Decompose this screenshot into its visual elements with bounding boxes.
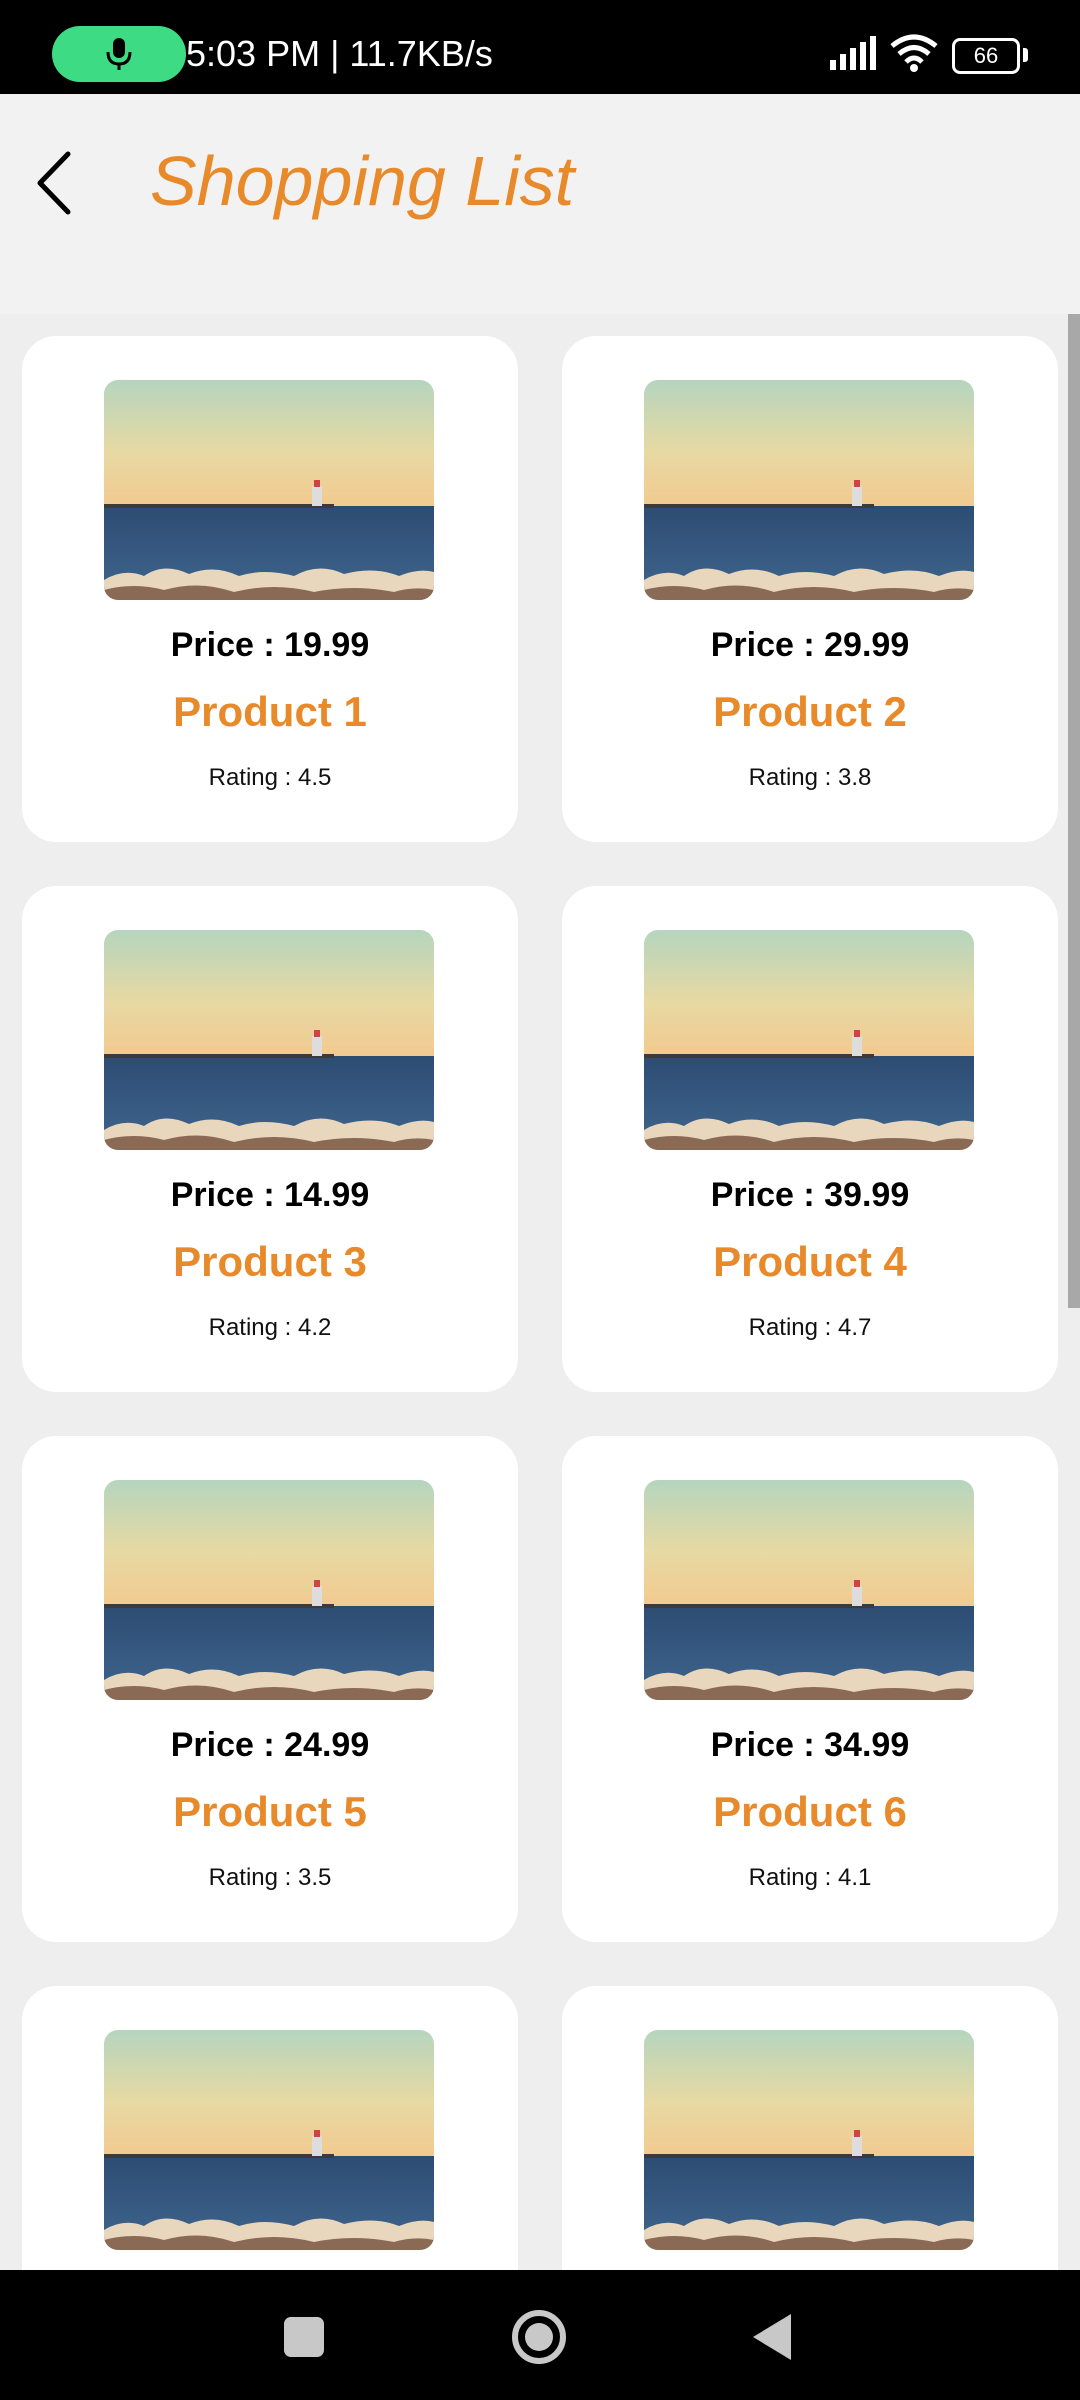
product-rating: Rating : 4.1 xyxy=(748,1864,872,1891)
product-name: Product 6 xyxy=(713,1788,907,1835)
wifi-icon xyxy=(890,34,938,72)
product-image xyxy=(104,380,434,600)
mic-indicator[interactable] xyxy=(52,26,186,82)
product-image xyxy=(644,380,974,600)
product-image xyxy=(104,930,434,1150)
product-price: Price : 19.99 xyxy=(170,626,370,664)
app-bar: Shopping List xyxy=(0,94,1080,314)
product-name: Product 3 xyxy=(173,1238,367,1285)
product-price: Price : 34.99 xyxy=(710,1726,910,1764)
status-time-speed: 5:03 PM | 11.7KB/s xyxy=(186,33,493,74)
product-card[interactable] xyxy=(562,1986,1058,2270)
product-image xyxy=(644,1480,974,1700)
product-name: Product 1 xyxy=(173,688,367,735)
signal-icon xyxy=(830,36,876,70)
product-price: Price : 29.99 xyxy=(710,626,910,664)
product-name: Product 4 xyxy=(713,1238,907,1285)
product-card[interactable] xyxy=(22,1986,518,2270)
back-nav-button[interactable] xyxy=(739,2302,809,2372)
product-card[interactable]: Price : 19.99 Product 1 Rating : 4.5 xyxy=(22,336,518,842)
product-image xyxy=(104,1480,434,1700)
product-price: Price : 39.99 xyxy=(710,1176,910,1214)
product-image xyxy=(644,930,974,1150)
product-rating: Rating : 3.8 xyxy=(748,764,872,791)
product-card[interactable]: Price : 14.99 Product 3 Rating : 4.2 xyxy=(22,886,518,1392)
product-image xyxy=(644,2030,974,2250)
product-rating: Rating : 4.5 xyxy=(208,764,332,791)
home-circle-icon xyxy=(512,2310,566,2364)
page-title: Shopping List xyxy=(150,142,575,220)
product-rating: Rating : 4.2 xyxy=(208,1314,332,1341)
chevron-left-icon xyxy=(37,151,71,215)
product-rating: Rating : 4.7 xyxy=(748,1314,872,1341)
product-price: Price : 24.99 xyxy=(170,1726,370,1764)
status-bar: 5:03 PM | 11.7KB/s 66 xyxy=(0,0,1080,94)
battery-tip xyxy=(1023,48,1028,62)
product-rating: Rating : 3.5 xyxy=(208,1864,332,1891)
home-button[interactable] xyxy=(504,2302,574,2372)
product-image xyxy=(104,2030,434,2250)
product-card[interactable]: Price : 39.99 Product 4 Rating : 4.7 xyxy=(562,886,1058,1392)
battery-icon: 66 xyxy=(952,38,1020,74)
product-price: Price : 14.99 xyxy=(170,1176,370,1214)
scrollbar[interactable] xyxy=(1068,314,1080,1308)
product-grid[interactable]: Price : 19.99 Product 1 Rating : 4.5 Pri… xyxy=(0,314,1080,2270)
recents-button[interactable] xyxy=(269,2302,339,2372)
recents-square-icon xyxy=(284,2317,324,2357)
product-card[interactable]: Price : 29.99 Product 2 Rating : 3.8 xyxy=(562,336,1058,842)
back-triangle-icon xyxy=(753,2314,791,2360)
product-name: Product 2 xyxy=(713,688,907,735)
product-card[interactable]: Price : 24.99 Product 5 Rating : 3.5 xyxy=(22,1436,518,1942)
mic-icon xyxy=(106,38,132,70)
product-card[interactable]: Price : 34.99 Product 6 Rating : 4.1 xyxy=(562,1436,1058,1942)
back-button[interactable] xyxy=(20,138,90,228)
navigation-bar xyxy=(0,2270,1080,2400)
product-name: Product 5 xyxy=(173,1788,367,1835)
